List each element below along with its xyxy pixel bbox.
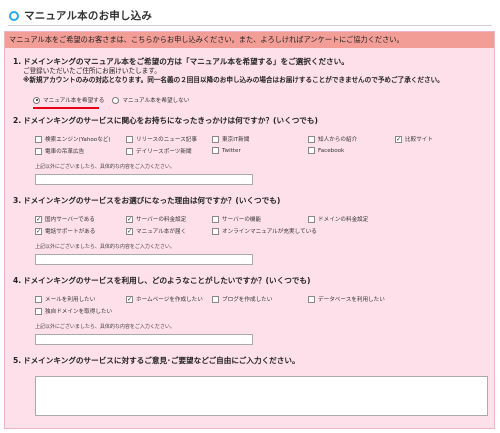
question-1-new-account-note: ※新規アカウントのみの対応となります。同一名義の２回目以降のお申し込みの場合はお… <box>23 76 444 84</box>
checkmark-icon[interactable]: ✓ <box>126 295 133 303</box>
circle-bullet-icon <box>9 10 19 21</box>
checkmark-icon[interactable]: ✓ <box>126 227 133 235</box>
checkbox-box[interactable] <box>35 135 42 143</box>
checkmark-icon[interactable]: ✓ <box>395 135 402 143</box>
checkbox-box[interactable] <box>308 147 315 154</box>
checkbox-box[interactable] <box>308 295 315 303</box>
checkbox-box[interactable] <box>126 135 133 143</box>
radio-want-manual[interactable]: マニュアル本を希望する <box>33 96 112 104</box>
checkbox-box[interactable] <box>212 227 219 235</box>
radio-button[interactable] <box>112 96 120 104</box>
checkbox-referral[interactable]: 知人からの紹介 <box>308 135 357 143</box>
checkbox-box[interactable] <box>126 147 133 155</box>
notice-bar: マニュアル本をご希望のお客さまは、こちらからお申し込みください。また、よろしけれ… <box>5 32 494 48</box>
question-4: 4. ドメインキングのサービスを利用し、どのようなことがしたいですか？(いくつでも… <box>13 276 311 285</box>
checkbox-box[interactable] <box>35 295 42 303</box>
checkmark-icon[interactable]: ✓ <box>35 227 42 235</box>
q2-other-input[interactable] <box>35 174 253 185</box>
checkbox-database[interactable]: データベースを利用したい <box>308 295 385 303</box>
checkbox-box[interactable] <box>35 307 42 315</box>
checkbox-release-news[interactable]: リリースのニュース記事 <box>126 135 197 143</box>
checkbox-server-pricing[interactable]: ✓ サーバーの料金設定 <box>126 215 186 223</box>
checkbox-domestic-server[interactable]: ✓ 国内サーバーである <box>35 215 95 223</box>
question-3: 3. ドメインキングのサービスをお選びになった理由は何ですか？(いくつでも) <box>13 196 281 205</box>
checkmark-icon[interactable]: ✓ <box>35 215 42 223</box>
selection-underline <box>33 107 99 109</box>
radio-button-checked[interactable] <box>33 96 40 104</box>
checkbox-box[interactable] <box>308 135 315 143</box>
notice-text: マニュアル本をご希望のお客さまは、こちらからお申し込みください。また、よろしけれ… <box>9 35 404 44</box>
checkbox-server-features[interactable]: サーバーの機能 <box>212 215 261 223</box>
feedback-textarea[interactable] <box>35 376 488 416</box>
question-2: 2. ドメインキングのサービスに関心をお持ちになったきっかけは何ですか？(いくつで… <box>13 116 318 125</box>
checkbox-box[interactable] <box>35 147 42 155</box>
checkbox-search-engine[interactable]: 検索エンジン(Yahooなど) <box>35 135 111 143</box>
checkbox-own-domain[interactable]: 独自ドメインを取得したい <box>35 307 112 315</box>
checkbox-homepage[interactable]: ✓ ホームページを作成したい <box>126 295 203 303</box>
checkbox-blog[interactable]: ブログを作成したい <box>212 295 272 303</box>
page-header: マニュアル本のお申し込み <box>8 6 492 26</box>
question-5: 5. ドメインキングのサービスに対するご意見･ご要望などご自由にご入力ください。 <box>13 356 300 365</box>
checkbox-facebook[interactable]: Facebook <box>308 147 344 154</box>
checkbox-online-manual[interactable]: オンラインマニュアルが充実している <box>212 227 317 235</box>
checkbox-manual-book[interactable]: ✓ マニュアル本が届く <box>126 227 186 235</box>
form-panel: マニュアル本をご希望のお客さまは、こちらからお申し込みください。また、よろしけれ… <box>4 31 495 429</box>
checkbox-box[interactable] <box>212 295 219 303</box>
question-1: 1. ドメインキングのマニュアル本をご希望の方は「マニュアル本を希望する」をご選択… <box>13 57 349 66</box>
q4-other-input[interactable] <box>35 334 253 345</box>
q2-other-hint: 上記以外にございましたら、具体的な内容をご入力ください。 <box>35 164 175 170</box>
checkbox-twitter[interactable]: Twitter <box>212 147 241 154</box>
checkbox-daily-sports[interactable]: デイリースポーツ新聞 <box>126 147 192 155</box>
checkbox-box[interactable] <box>212 147 219 154</box>
checkbox-phone-support[interactable]: ✓ 電話サポートがある <box>35 227 95 235</box>
page-title: マニュアル本のお申し込み <box>24 10 153 22</box>
radio-no-manual[interactable]: マニュアル本を希望しない <box>112 96 197 104</box>
checkbox-tokyo-it[interactable]: 東京IT新聞 <box>212 135 249 143</box>
manual-radio-group: マニュアル本を希望する マニュアル本を希望しない <box>33 94 203 106</box>
checkbox-train-ad[interactable]: 電車の吊革広告 <box>35 147 84 155</box>
checkbox-box[interactable] <box>212 215 219 223</box>
q3-other-hint: 上記以外にございましたら、具体的な内容をご入力ください。 <box>35 244 175 250</box>
question-1-address-note: ご登録いただいたご住所にお届けいたします。 <box>23 67 161 75</box>
checkbox-box[interactable] <box>308 215 315 223</box>
q4-other-hint: 上記以外にございましたら、具体的な内容をご入力ください。 <box>35 324 175 330</box>
checkbox-comparison-site[interactable]: ✓ 比較サイト <box>395 135 433 143</box>
checkbox-domain-pricing[interactable]: ドメインの料金設定 <box>308 215 368 223</box>
checkmark-icon[interactable]: ✓ <box>126 215 133 223</box>
checkbox-box[interactable] <box>212 135 219 143</box>
q3-other-input[interactable] <box>35 254 253 265</box>
checkbox-email[interactable]: メールを利用したい <box>35 295 95 303</box>
